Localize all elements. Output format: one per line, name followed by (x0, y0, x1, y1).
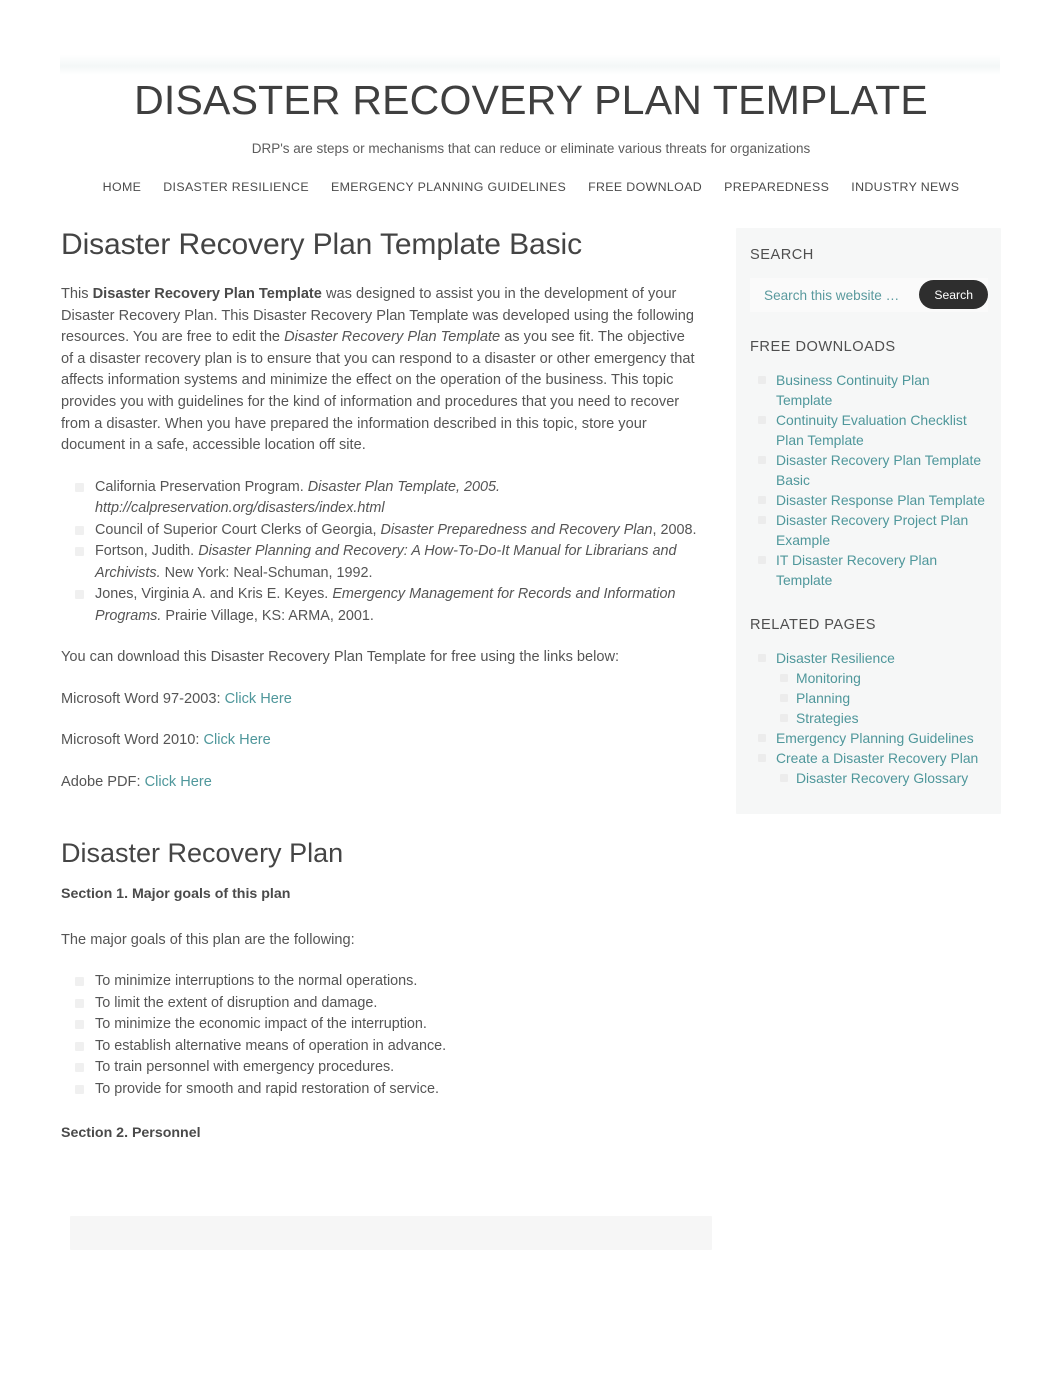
download-label: Microsoft Word 97-2003: (61, 690, 225, 707)
reference-plain-a: California Preservation Program. (95, 478, 308, 495)
list-item: IT Disaster Recovery Plan Template (758, 550, 987, 590)
download-word-2010: Microsoft Word 2010: Click Here (61, 730, 701, 752)
download-word-97: Microsoft Word 97-2003: Click Here (61, 689, 701, 711)
reference-plain-a: Jones, Virginia A. and Kris E. Keyes. (95, 586, 333, 603)
reference-plain-b: New York: Neal-Schuman, 1992. (160, 564, 373, 581)
sidebar: SEARCH Search FREE DOWNLOADS Business Co… (736, 228, 1001, 814)
sidebar-link-strategies[interactable]: Strategies (796, 710, 859, 726)
reference-plain-b: , 2008. (652, 521, 697, 538)
plan-heading: Disaster Recovery Plan (61, 837, 344, 868)
list-item: To establish alternative means of operat… (75, 1036, 701, 1058)
site-title: DISASTER RECOVERY PLAN TEMPLATE (134, 77, 928, 123)
list-item: Fortson, Judith. Disaster Planning and R… (75, 541, 701, 584)
section-1-heading: Section 1. Major goals of this plan (61, 885, 291, 902)
reference-italic: Disaster Preparedness and Recovery Plan (380, 521, 653, 538)
list-item: Disaster Recovery Project Plan Example (758, 510, 987, 550)
page-body: Disaster Recovery Plan Template Basic Th… (61, 206, 1001, 1143)
widget-title-search: SEARCH (750, 247, 814, 263)
list-item: To minimize interruptions to the normal … (75, 971, 701, 993)
related-pages-list: Disaster Resilience Monitoring Planning … (750, 648, 987, 788)
sidebar-link-disaster-recovery-plan-template-basic[interactable]: Disaster Recovery Plan Template Basic (776, 452, 981, 488)
list-item: To provide for smooth and rapid restorat… (75, 1079, 701, 1101)
sidebar-link-monitoring[interactable]: Monitoring (796, 670, 861, 686)
sidebar-link-disaster-recovery-glossary[interactable]: Disaster Recovery Glossary (796, 770, 968, 786)
list-item: Disaster Recovery Glossary (780, 768, 987, 788)
widget-title-free-downloads: FREE DOWNLOADS (750, 339, 896, 355)
widget-title-related-pages: RELATED PAGES (750, 617, 876, 633)
goals-list: To minimize interruptions to the normal … (61, 971, 701, 1100)
nav-item-emergency-planning-guidelines[interactable]: EMERGENCY PLANNING GUIDELINES (320, 174, 577, 200)
intro-text-c: as you see fit. The objective of a disas… (61, 329, 695, 454)
sidebar-link-disaster-response-plan-template[interactable]: Disaster Response Plan Template (776, 492, 985, 508)
page-root: DISASTER RECOVERY PLAN TEMPLATE DRP's ar… (0, 0, 1062, 1377)
free-downloads-list: Business Continuity Plan Template Contin… (750, 370, 987, 590)
list-item: Continuity Evaluation Checklist Plan Tem… (758, 410, 987, 450)
sidebar-link-disaster-resilience[interactable]: Disaster Resilience (776, 650, 895, 666)
list-item: Disaster Resilience Monitoring Planning … (758, 648, 987, 728)
sidebar-link-continuity-evaluation-checklist-plan-template[interactable]: Continuity Evaluation Checklist Plan Tem… (776, 412, 967, 448)
sidebar-link-business-continuity-plan-template[interactable]: Business Continuity Plan Template (776, 372, 930, 408)
reference-plain-a: Council of Superior Court Clerks of Geor… (95, 521, 381, 538)
list-item: Jones, Virginia A. and Kris E. Keyes. Em… (75, 584, 701, 627)
list-item: Emergency Planning Guidelines (758, 728, 987, 748)
intro-paragraph: This Disaster Recovery Plan Template was… (61, 284, 701, 457)
section-1-lead: The major goals of this plan are the fol… (61, 931, 355, 948)
list-item: To train personnel with emergency proced… (75, 1057, 701, 1079)
list-item: Strategies (780, 708, 987, 728)
footer-placeholder-block (70, 1216, 712, 1250)
list-item: Business Continuity Plan Template (758, 370, 987, 410)
list-item: Create a Disaster Recovery Plan Disaster… (758, 748, 987, 788)
sidebar-link-it-disaster-recovery-plan-template[interactable]: IT Disaster Recovery Plan Template (776, 552, 937, 588)
nav-item-disaster-resilience[interactable]: DISASTER RESILIENCE (152, 174, 320, 200)
nav-item-preparedness[interactable]: PREPAREDNESS (713, 174, 840, 200)
nav-item-industry-news[interactable]: INDUSTRY NEWS (840, 174, 970, 200)
header-top-band (60, 55, 1000, 75)
download-intro: You can download this Disaster Recovery … (61, 649, 620, 666)
reference-plain-a: Fortson, Judith. (95, 543, 199, 560)
nav-item-free-download[interactable]: FREE DOWNLOAD (577, 174, 713, 200)
download-link-word-97[interactable]: Click Here (225, 691, 292, 707)
related-pages-sublist: Disaster Recovery Glossary (776, 768, 987, 788)
download-adobe-pdf: Adobe PDF: Click Here (61, 772, 701, 794)
download-label: Microsoft Word 2010: (61, 732, 204, 749)
download-link-word-2010[interactable]: Click Here (203, 732, 270, 748)
list-item: Council of Superior Court Clerks of Geor… (75, 520, 701, 542)
search-button[interactable]: Search (919, 280, 988, 309)
list-item: Disaster Recovery Plan Template Basic (758, 450, 987, 490)
sidebar-link-planning[interactable]: Planning (796, 690, 850, 706)
intro-italic-term: Disaster Recovery Plan Template (284, 329, 501, 346)
download-label: Adobe PDF: (61, 774, 145, 791)
references-list: California Preservation Program. Disaste… (61, 477, 701, 628)
intro-text-a: This (61, 286, 93, 302)
list-item: California Preservation Program. Disaste… (75, 477, 701, 520)
download-link-adobe-pdf[interactable]: Click Here (145, 774, 212, 790)
list-item: Monitoring (780, 668, 987, 688)
site-header: DISASTER RECOVERY PLAN TEMPLATE DRP's ar… (0, 0, 1062, 157)
nav-item-home[interactable]: HOME (92, 174, 153, 200)
site-tagline: DRP's are steps or mechanisms that can r… (251, 141, 811, 156)
intro-bold-term: Disaster Recovery Plan Template (92, 286, 322, 302)
reference-plain-b: Prairie Village, KS: ARMA, 2001. (161, 607, 374, 624)
list-item: Disaster Response Plan Template (758, 490, 987, 510)
list-item: Planning (780, 688, 987, 708)
sidebar-link-disaster-recovery-project-plan-example[interactable]: Disaster Recovery Project Plan Example (776, 512, 968, 548)
related-pages-sublist: Monitoring Planning Strategies (776, 668, 987, 728)
sidebar-link-create-a-disaster-recovery-plan[interactable]: Create a Disaster Recovery Plan (776, 750, 978, 766)
widget-search: SEARCH Search (750, 246, 988, 312)
list-item: To minimize the economic impact of the i… (75, 1014, 701, 1036)
widget-free-downloads: FREE DOWNLOADS Business Continuity Plan … (750, 338, 987, 590)
widget-related-pages: RELATED PAGES Disaster Resilience Monito… (750, 616, 987, 788)
main-content: Disaster Recovery Plan Template Basic Th… (61, 228, 701, 1143)
main-navigation[interactable]: HOME DISASTER RESILIENCE EMERGENCY PLANNIN… (0, 174, 1062, 206)
page-title: Disaster Recovery Plan Template Basic (61, 228, 582, 261)
section-2-heading: Section 2. Personnel (61, 1125, 201, 1142)
sidebar-link-emergency-planning-guidelines[interactable]: Emergency Planning Guidelines (776, 730, 974, 746)
search-form[interactable]: Search (750, 278, 988, 312)
list-item: To limit the extent of disruption and da… (75, 993, 701, 1015)
